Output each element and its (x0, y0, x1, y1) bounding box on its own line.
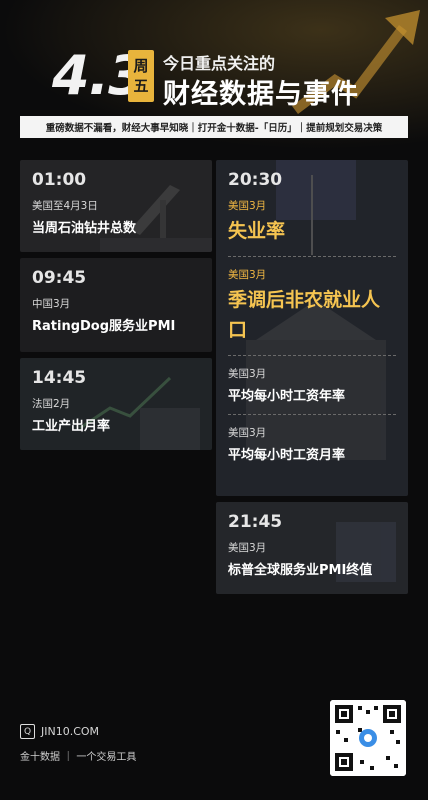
event-title-unemployment: 失业率 (228, 220, 286, 242)
weekday-char-1: 周 (133, 57, 149, 75)
event-time: 14:45 (32, 368, 87, 388)
divider (228, 414, 396, 415)
headline-line1: 今日重点关注的 (163, 54, 276, 73)
brand-slogan: 金十数据 ｜ 一个交易工具 (20, 752, 137, 763)
event-card-us-jobs[interactable]: 20:30 美国3月 失业率 美国3月 季调后非农就业人口 美国3月 平均每小时… (216, 160, 408, 496)
event-region: 美国3月 (228, 427, 267, 439)
event-region: 美国3月 (228, 269, 267, 281)
weekday-char-2: 五 (133, 77, 149, 95)
event-card-china-pmi[interactable]: 09:45 中国3月 RatingDog服务业PMI (20, 258, 212, 352)
event-region: 美国至4月3日 (32, 200, 98, 212)
event-region: 美国3月 (228, 542, 267, 554)
headline-line2: 财经数据与事件 (163, 79, 359, 110)
event-card-us-services-pmi[interactable]: 21:45 美国3月 标普全球服务业PMI终值 (216, 502, 408, 594)
event-title: RatingDog服务业PMI (32, 319, 176, 334)
event-time: 21:45 (228, 512, 283, 532)
event-card-france-industry[interactable]: 14:45 法国2月 工业产出月率 (20, 358, 212, 450)
site-url: JIN10.COM (41, 725, 100, 738)
site-logo[interactable]: Q JIN10.COM (20, 724, 99, 739)
event-region: 美国3月 (228, 368, 267, 380)
weekday-badge: 周 五 (128, 50, 154, 102)
tagline-banner: 重磅数据不漏看，财经大事早知晓｜打开金十数据-「日历」｜提前规划交易决策 (20, 116, 408, 138)
event-time: 01:00 (32, 170, 87, 190)
event-title: 标普全球服务业PMI终值 (228, 563, 373, 578)
event-time: 20:30 (228, 170, 283, 190)
event-region: 中国3月 (32, 298, 71, 310)
qr-code-icon[interactable] (330, 700, 406, 776)
event-region: 法国2月 (32, 398, 71, 410)
divider (228, 355, 396, 356)
event-title-nonfarm: 季调后非农就业人口 (228, 289, 381, 341)
logo-icon: Q (20, 724, 35, 739)
event-region: 美国3月 (228, 200, 267, 212)
event-card-oil-rigs[interactable]: 01:00 美国至4月3日 当周石油钻井总数 (20, 160, 212, 252)
event-title: 工业产出月率 (32, 419, 111, 434)
divider (228, 256, 396, 257)
event-title: 当周石油钻井总数 (32, 221, 137, 236)
event-title-wage-yoy: 平均每小时工资年率 (228, 389, 346, 404)
event-title-wage-mom: 平均每小时工资月率 (228, 448, 346, 463)
event-time: 09:45 (32, 268, 87, 288)
